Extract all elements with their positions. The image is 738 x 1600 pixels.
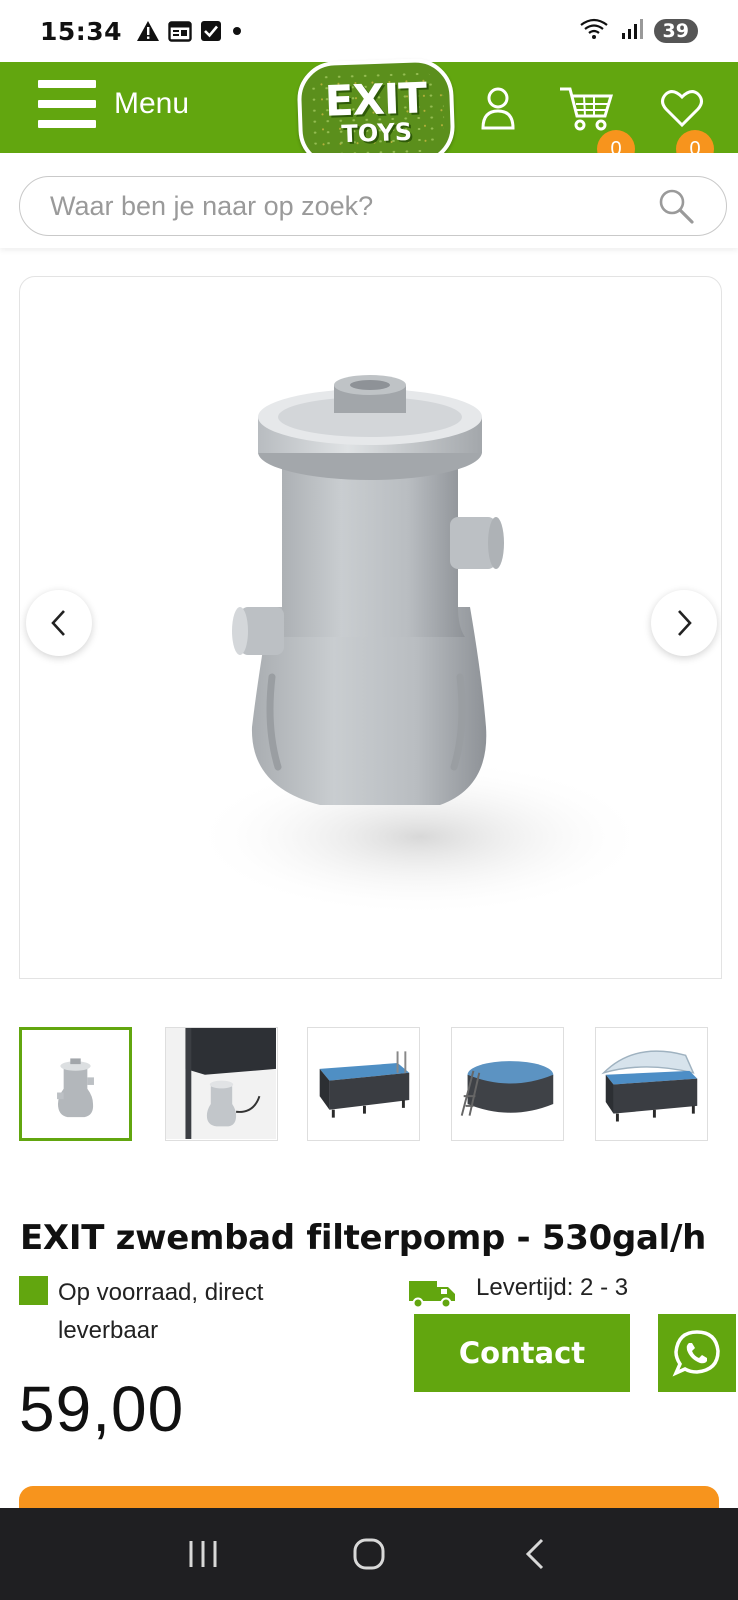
- checkbox-icon: [200, 20, 222, 42]
- logo-text-exit: EXIT: [324, 73, 428, 126]
- back-icon: [525, 1538, 544, 1570]
- next-image-button[interactable]: [651, 590, 717, 656]
- account-icon[interactable]: [470, 62, 526, 153]
- status-bar: 15:34 39: [0, 0, 738, 62]
- notification-icons: [136, 20, 244, 42]
- product-title: EXIT zwembad filterpomp - 530gal/h: [20, 1218, 707, 1258]
- whatsapp-button[interactable]: [658, 1314, 736, 1392]
- logo-text-toys: TOYS: [340, 117, 413, 149]
- exit-toys-logo[interactable]: EXIT TOYS: [296, 57, 456, 169]
- thumbnail-pool-with-cover[interactable]: [595, 1027, 708, 1141]
- wifi-icon: [578, 16, 610, 46]
- battery-indicator: 39: [653, 19, 698, 43]
- signal-icon: [620, 17, 644, 45]
- delivery-time-text: Levertijd: 2 - 3: [476, 1274, 629, 1301]
- thumbnail-rectangular-pool[interactable]: [307, 1027, 420, 1141]
- search-bar: [0, 153, 738, 248]
- search-box: [19, 176, 727, 236]
- system-navigation-bar: [0, 1508, 738, 1600]
- product-price: 59,00: [19, 1373, 185, 1445]
- search-input[interactable]: [50, 190, 656, 222]
- dot-icon: [230, 20, 244, 42]
- search-icon[interactable]: [656, 186, 696, 226]
- menu-label: Menu: [114, 87, 190, 120]
- chevron-right-icon: [678, 610, 692, 636]
- contact-button[interactable]: Contact: [414, 1314, 630, 1392]
- previous-image-button[interactable]: [26, 590, 92, 656]
- thumbnail-filter-pump[interactable]: [19, 1027, 132, 1141]
- thumbnail-round-pool[interactable]: [451, 1027, 564, 1141]
- whatsapp-icon: [672, 1330, 720, 1377]
- menu-button[interactable]: Menu: [38, 76, 189, 132]
- thumbnail-filter-pump-in-use[interactable]: [165, 1027, 278, 1141]
- thumbnail-strip: [19, 1027, 719, 1141]
- recent-apps-icon: [189, 1541, 217, 1567]
- home-icon: [353, 1538, 385, 1570]
- back-button[interactable]: [505, 1524, 565, 1584]
- status-time: 15:34: [40, 16, 123, 46]
- product-image-carousel[interactable]: [19, 276, 722, 979]
- stock-status-text: Op voorraad, direct leverbaar: [58, 1279, 264, 1344]
- hamburger-icon: [38, 80, 96, 128]
- stock-status-indicator: [19, 1276, 48, 1305]
- site-header: Menu EXIT TOYS 0 0: [0, 57, 738, 169]
- product-image: [190, 375, 650, 917]
- recent-apps-button[interactable]: [173, 1524, 233, 1584]
- calendar-icon: [168, 20, 192, 42]
- chevron-left-icon: [51, 610, 65, 636]
- home-button[interactable]: [339, 1524, 399, 1584]
- delivery-truck-icon: [408, 1278, 456, 1312]
- warning-icon: [136, 20, 160, 42]
